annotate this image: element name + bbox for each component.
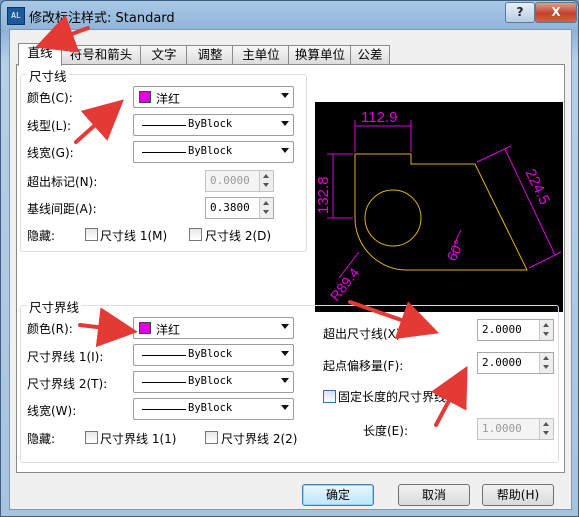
suppress-ext-line-2-checkbox[interactable] xyxy=(205,431,218,444)
dim-linetype-select[interactable]: ByBlock xyxy=(133,114,294,136)
suppress-dim-line-2-label[interactable]: 尺寸线 2(D) xyxy=(205,227,271,244)
ext1-linetype-label: 尺寸界线 1(I): xyxy=(27,350,104,364)
chevron-down-icon xyxy=(281,378,289,383)
chevron-down-icon xyxy=(281,405,289,410)
tab-lines[interactable]: 直线 xyxy=(18,43,62,66)
ext-lines-title: 尺寸界线 xyxy=(27,297,82,316)
chevron-down-icon xyxy=(281,121,289,126)
spinner-arrows-icon[interactable] xyxy=(539,419,553,439)
ext-lines-group: 尺寸界线 颜色(R): 洋红 尺寸界线 1(I): ByBlock 尺寸界线 2… xyxy=(20,297,559,463)
dim-color-select[interactable]: 洋红 xyxy=(133,86,294,108)
tab-symbols-arrows[interactable]: 符号和箭头 xyxy=(60,45,142,64)
dim-radius-text: R89.4 xyxy=(327,264,363,303)
suppress-ext-line-1-checkbox[interactable] xyxy=(85,431,98,444)
line-sample xyxy=(142,355,186,356)
dim-angle-text: 60° xyxy=(443,237,467,263)
length-label: 长度(E): xyxy=(363,424,408,438)
ext2-linetype-value: ByBlock xyxy=(188,375,233,387)
chevron-down-icon xyxy=(281,351,289,356)
ok-button[interactable]: 确定 xyxy=(302,484,374,506)
length-spinner[interactable]: 1.0000 xyxy=(477,418,554,440)
dim-right-text: 224.5 xyxy=(521,166,553,207)
tab-text[interactable]: 文字 xyxy=(140,45,188,64)
ext-color-select[interactable]: 洋红 xyxy=(133,317,294,339)
dim-lines-group: 尺寸线 颜色(C): 洋红 线型(L): ByBlock 线宽(G): ByBl… xyxy=(20,66,307,252)
chevron-down-icon xyxy=(281,93,289,98)
chevron-down-icon xyxy=(281,148,289,153)
tab-tolerances[interactable]: 公差 xyxy=(350,45,390,64)
magenta-swatch xyxy=(139,91,151,103)
extend-ticks-spinner[interactable]: 0.0000 xyxy=(205,170,274,192)
dim-top-text: 112.9 xyxy=(361,109,397,126)
ext2-linetype-select[interactable]: ByBlock xyxy=(133,371,294,393)
tab-panel-lines: 尺寸线 颜色(C): 洋红 线型(L): ByBlock 线宽(G): ByBl… xyxy=(16,64,565,473)
extend-beyond-spinner[interactable]: 2.0000 xyxy=(477,319,554,341)
ext-lineweight-label: 线宽(W): xyxy=(27,404,77,418)
suppress-ext-line-1-label[interactable]: 尺寸界线 1(1) xyxy=(100,430,176,447)
title-bar: AL 修改标注样式: Standard ? X xyxy=(1,1,578,29)
ext-lineweight-select[interactable]: ByBlock xyxy=(133,398,294,420)
extend-ticks-label: 超出标记(N): xyxy=(27,175,98,189)
dim-color-label: 颜色(C): xyxy=(27,91,73,105)
baseline-spacing-label: 基线间距(A): xyxy=(27,202,97,216)
dim-linetype-value: ByBlock xyxy=(188,118,233,130)
cancel-button[interactable]: 取消 xyxy=(398,484,470,506)
ext1-linetype-value: ByBlock xyxy=(188,348,233,360)
preview-area: 112.9 132.8 224.5 60° R89.4 xyxy=(315,102,563,312)
dim-lineweight-select[interactable]: ByBlock xyxy=(133,141,294,163)
part-outline xyxy=(354,153,528,271)
ext2-linetype-label: 尺寸界线 2(T): xyxy=(27,377,108,391)
dialog-window: AL 修改标注样式: Standard ? X 直线 符号和箭头 文字 调整 主… xyxy=(0,0,579,517)
ext-color-label: 颜色(R): xyxy=(27,322,73,336)
dim-lines-title: 尺寸线 xyxy=(27,66,69,85)
fixed-length-checkbox[interactable] xyxy=(323,390,336,403)
line-sample xyxy=(142,152,186,153)
suppress-ext-line-2-label[interactable]: 尺寸界线 2(2) xyxy=(221,430,297,447)
dialog-body: 直线 符号和箭头 文字 调整 主单位 换算单位 公差 尺寸线 颜色(C): 洋红… xyxy=(9,29,572,510)
app-icon: AL xyxy=(7,7,25,25)
offset-label: 起点偏移量(F): xyxy=(323,359,404,373)
spinner-arrows-icon[interactable] xyxy=(259,171,273,191)
window-title: 修改标注样式: Standard xyxy=(29,11,175,26)
ext-suppress-label: 隐藏: xyxy=(27,432,56,446)
line-sample xyxy=(142,125,186,126)
ext1-linetype-select[interactable]: ByBlock xyxy=(133,344,294,366)
tab-alternate-units[interactable]: 换算单位 xyxy=(288,45,352,64)
baseline-spacing-value: 0.3800 xyxy=(210,201,250,214)
dim-linetype-label: 线型(L): xyxy=(27,119,72,133)
dim-lineweight-label: 线宽(G): xyxy=(27,146,74,160)
tab-primary-units[interactable]: 主单位 xyxy=(232,45,290,64)
help-caption-button[interactable]: ? xyxy=(505,2,535,23)
part-hole xyxy=(364,189,422,247)
extend-beyond-label: 超出尺寸线(X): xyxy=(323,327,405,341)
close-button[interactable]: X xyxy=(535,2,577,23)
dim-color-value: 洋红 xyxy=(156,92,181,106)
preview-drawing: 112.9 132.8 224.5 60° R89.4 xyxy=(315,109,562,304)
ext-color-value: 洋红 xyxy=(156,323,181,337)
dim-lineweight-value: ByBlock xyxy=(188,145,233,157)
extend-beyond-value: 2.0000 xyxy=(482,323,522,336)
fixed-length-label[interactable]: 固定长度的尺寸界线(O) xyxy=(338,388,465,405)
extend-ticks-value: 0.0000 xyxy=(210,174,250,187)
spinner-arrows-icon[interactable] xyxy=(259,198,273,218)
line-sample xyxy=(142,409,186,410)
suppress-dim-line-2-checkbox[interactable] xyxy=(189,228,202,241)
baseline-spacing-spinner[interactable]: 0.3800 xyxy=(205,197,274,219)
suppress-dim-line-1-label[interactable]: 尺寸线 1(M) xyxy=(100,227,167,244)
ext-lineweight-value: ByBlock xyxy=(188,402,233,414)
dim-suppress-label: 隐藏: xyxy=(27,229,56,243)
offset-value: 2.0000 xyxy=(482,356,522,369)
dim-left-text: 132.8 xyxy=(315,176,332,214)
line-sample xyxy=(142,382,186,383)
tab-fit[interactable]: 调整 xyxy=(186,45,234,64)
offset-spinner[interactable]: 2.0000 xyxy=(477,352,554,374)
spinner-arrows-icon[interactable] xyxy=(539,353,553,373)
suppress-dim-line-1-checkbox[interactable] xyxy=(85,228,98,241)
help-button[interactable]: 帮助(H) xyxy=(482,484,554,506)
magenta-swatch xyxy=(139,322,151,334)
length-value: 1.0000 xyxy=(482,422,522,435)
chevron-down-icon xyxy=(281,324,289,329)
spinner-arrows-icon[interactable] xyxy=(539,320,553,340)
